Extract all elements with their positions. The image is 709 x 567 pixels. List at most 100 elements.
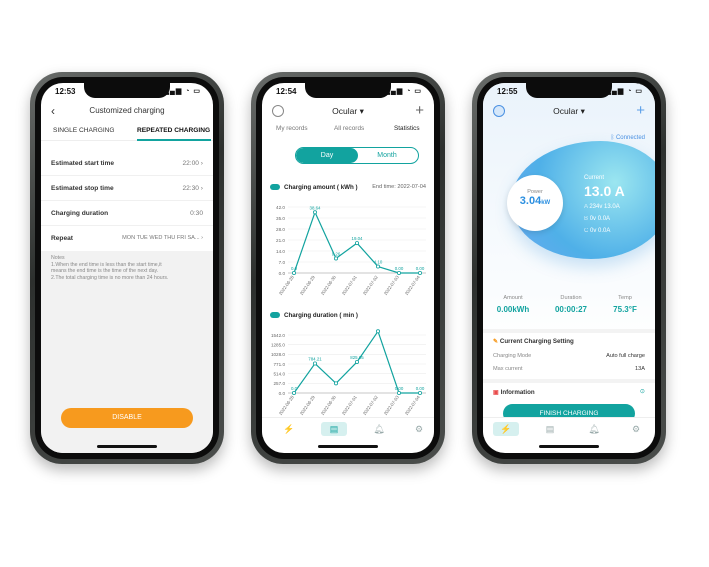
- gear-icon[interactable]: ⚙: [623, 422, 649, 436]
- charging-mode-value: Auto full charge: [606, 353, 645, 359]
- phone-statistics: 12:54 ▂▄▆ ◔ ▭ Ocular ▾ + My records All …: [251, 72, 445, 464]
- segment-day[interactable]: Day: [296, 148, 358, 163]
- status-time: 12:55: [497, 87, 518, 96]
- home-indicator: [97, 445, 157, 448]
- max-current-label: Max current: [493, 366, 523, 372]
- duration-chart: 0.0257.0514.0771.01028.01285.01542.00.02…: [271, 329, 426, 416]
- y-tick-label: 257.0: [274, 381, 286, 386]
- row-value: MON TUE WED THU FRI SA... ›: [122, 235, 203, 241]
- data-point: [396, 271, 401, 276]
- x-tick-label: 2022-06-28: [278, 394, 295, 416]
- y-tick-label: 1542.0: [271, 333, 285, 338]
- row-label: Repeat: [51, 235, 73, 242]
- current-value: 13.0 A: [584, 183, 625, 199]
- chart1-title: Charging amount ( kWh ): [270, 184, 358, 191]
- phone-bezel: 12:55 ▂▄▆ ◔ ▭ Ocular ▾ + ᛒ Connected Pow…: [477, 77, 661, 459]
- charging-tabs: SINGLE CHARGING REPEATED CHARGING: [41, 123, 213, 141]
- information-section[interactable]: ▣ Information ⊙: [483, 379, 655, 399]
- top-bar: Ocular ▾ +: [262, 101, 434, 123]
- screen: 12:53 ▂▄▆ ◔ ▭ ‹ Customized charging SING…: [41, 83, 213, 453]
- toggle-switch-icon[interactable]: [270, 312, 280, 319]
- notes-line: means the end time is the time of the ne…: [51, 268, 159, 275]
- tab-single-charging[interactable]: SINGLE CHARGING: [53, 127, 115, 134]
- gear-icon[interactable]: ⚙: [406, 422, 432, 436]
- lightning-icon[interactable]: ⚡: [276, 422, 302, 436]
- toggle-switch-icon[interactable]: [270, 184, 280, 191]
- wrench-icon: ✎: [493, 338, 499, 345]
- phase-a: A 234v 13.0A: [584, 204, 620, 210]
- records-icon[interactable]: ▤: [537, 422, 563, 436]
- device-selector[interactable]: Ocular ▾: [483, 106, 655, 117]
- x-tick-label: 2022-07-04: [404, 274, 421, 296]
- y-tick-label: 42.0: [276, 205, 285, 210]
- setting-title: ✎ Current Charging Setting: [493, 338, 574, 345]
- segment-month[interactable]: Month: [356, 148, 418, 163]
- row-label: Charging duration: [51, 210, 109, 217]
- tab-repeated-charging[interactable]: REPEATED CHARGING: [137, 127, 210, 134]
- bell-icon[interactable]: 🔔︎: [366, 422, 392, 436]
- tab-statistics[interactable]: Statistics: [394, 125, 420, 132]
- data-point: [417, 271, 422, 276]
- charging-mode-label: Charging Mode: [493, 353, 532, 359]
- row-value: 22:00 ›: [182, 160, 203, 167]
- phone-bezel: 12:53 ▂▄▆ ◔ ▭ ‹ Customized charging SING…: [35, 77, 219, 459]
- top-bar: Ocular ▾ +: [483, 101, 655, 123]
- data-point: [417, 391, 422, 396]
- bell-icon[interactable]: 🔔︎: [581, 422, 607, 436]
- current-setting-section: ✎ Current Charging Setting Charging Mode…: [483, 329, 655, 379]
- data-point: [355, 241, 360, 246]
- tab-my-records[interactable]: My records: [276, 125, 308, 132]
- data-point: [376, 264, 381, 269]
- notes: Notes 1.When the end time is less than t…: [51, 255, 203, 281]
- screen: 12:55 ▂▄▆ ◔ ▭ Ocular ▾ + ᛒ Connected Pow…: [483, 83, 655, 453]
- info-box-icon: ▣: [493, 389, 499, 396]
- x-tick-label: 2022-07-03: [383, 274, 400, 296]
- phase-c: C 0v 0.0A: [584, 228, 611, 234]
- y-tick-label: 0.0: [279, 271, 286, 276]
- max-current-value: 13A: [635, 366, 645, 372]
- metrics-row: Amount 0.00kWh Duration 00:00:27 Temp 75.3°…: [483, 295, 655, 325]
- y-tick-label: 35.0: [276, 216, 285, 221]
- y-tick-label: 1028.0: [271, 352, 285, 357]
- back-arrow-icon[interactable]: ‹: [51, 101, 55, 121]
- data-point: [334, 381, 339, 386]
- header: ‹ Customized charging: [41, 101, 213, 121]
- x-tick-label: 2022-07-01: [341, 394, 358, 416]
- active-tab-indicator: [137, 139, 211, 141]
- metric-amount: Amount 0.00kWh: [496, 295, 530, 314]
- x-tick-label: 2022-06-30: [320, 394, 337, 416]
- lightning-icon[interactable]: ⚡: [493, 422, 519, 436]
- screen: 12:54 ▂▄▆ ◔ ▭ Ocular ▾ + My records All …: [262, 83, 434, 453]
- y-tick-label: 28.0: [276, 227, 285, 232]
- data-point: [376, 329, 381, 334]
- add-icon[interactable]: +: [415, 101, 424, 121]
- bluetooth-status: ᛒ Connected: [610, 135, 645, 141]
- current-label: Current: [584, 175, 605, 181]
- y-tick-label: 7.0: [279, 260, 286, 265]
- add-icon[interactable]: +: [636, 101, 645, 121]
- data-label: 38.64: [310, 205, 322, 210]
- data-point: [355, 359, 360, 364]
- notch: [526, 83, 612, 98]
- y-tick-label: 1285.0: [271, 342, 285, 347]
- device-selector[interactable]: Ocular ▾: [262, 106, 434, 117]
- data-label: 0.0: [291, 386, 298, 391]
- disable-button[interactable]: DISABLE: [61, 408, 193, 428]
- row-label: Estimated start time: [51, 160, 115, 167]
- row-label: Estimated stop time: [51, 185, 114, 192]
- y-tick-label: 14.0: [276, 249, 285, 254]
- start-time-row[interactable]: Estimated start time 22:00 ›: [41, 151, 213, 176]
- repeat-row[interactable]: Repeat MON TUE WED THU FRI SA... ›: [41, 226, 213, 251]
- x-tick-label: 2022-07-03: [383, 394, 400, 416]
- data-point: [291, 391, 296, 396]
- home-indicator: [318, 445, 378, 448]
- data-label: 0.00: [416, 266, 425, 271]
- records-icon[interactable]: ▤: [321, 422, 347, 436]
- stop-time-row[interactable]: Estimated stop time 22:30 ›: [41, 176, 213, 201]
- x-tick-label: 2022-07-02: [362, 274, 379, 296]
- tab-all-records[interactable]: All records: [334, 125, 364, 132]
- notch: [84, 83, 170, 98]
- row-value: 0:30: [190, 210, 203, 217]
- record-tabs: My records All records Statistics: [262, 125, 434, 139]
- chevron-icon[interactable]: ⊙: [640, 388, 645, 395]
